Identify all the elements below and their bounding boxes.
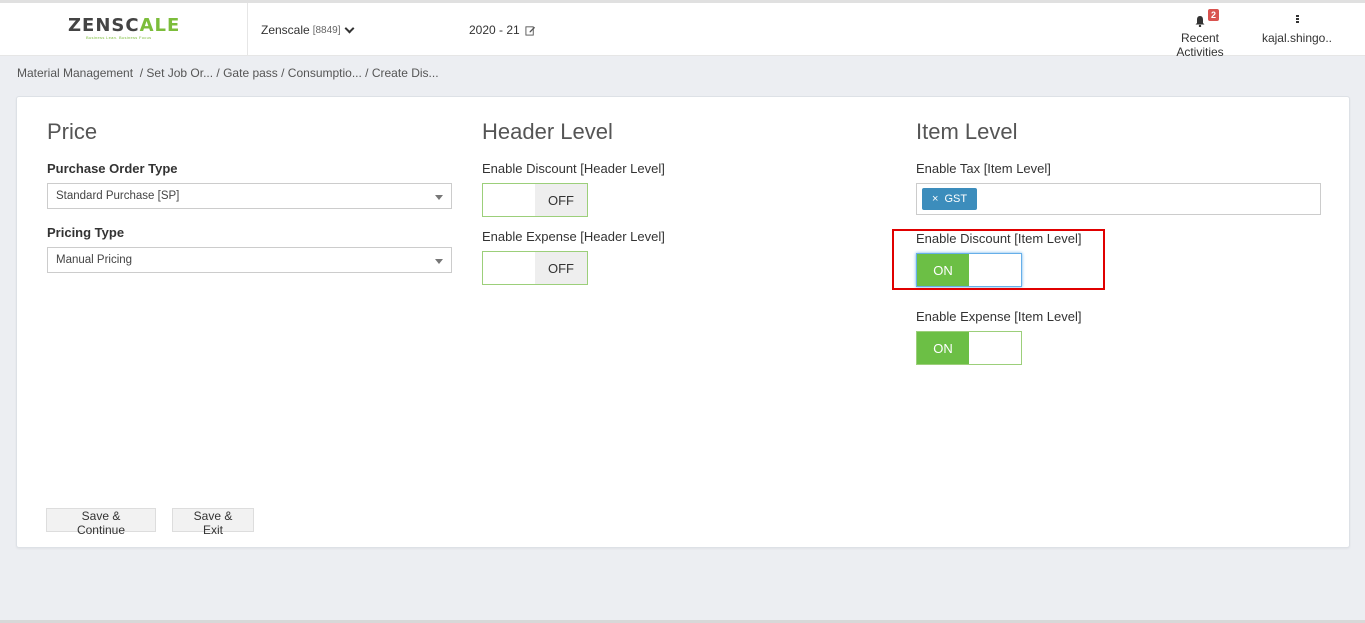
fiscal-year-selector[interactable]: 2020 - 21 <box>469 23 536 37</box>
tax-tag-gst[interactable]: × GST <box>922 188 978 210</box>
header-discount-toggle[interactable]: OFF <box>482 183 588 217</box>
item-tax-label: Enable Tax [Item Level] <box>916 161 1051 176</box>
fiscal-year-label: 2020 - 21 <box>469 23 520 37</box>
price-section: Price Purchase Order Type Standard Purch… <box>47 119 452 273</box>
breadcrumb-item-set-job-order[interactable]: / Set Job Or... <box>136 66 213 80</box>
notification-badge: 2 <box>1208 9 1220 21</box>
bell-icon <box>1195 16 1205 27</box>
header-discount-state: OFF <box>535 184 587 216</box>
pricing-type-value: Manual Pricing <box>56 254 133 266</box>
price-heading: Price <box>47 119 98 144</box>
edit-icon[interactable] <box>525 25 536 36</box>
save-continue-button[interactable]: Save & Continue <box>46 508 156 537</box>
purchase-order-type-select[interactable]: Standard Purchase [SP] <box>47 183 452 209</box>
item-discount-toggle[interactable]: ON <box>916 253 1022 287</box>
item-expense-state: ON <box>917 332 969 364</box>
settings-card: Price Purchase Order Type Standard Purch… <box>16 96 1350 548</box>
item-expense-toggle[interactable]: ON <box>916 331 1022 365</box>
caret-down-icon <box>435 195 443 200</box>
company-selector[interactable]: Zenscale [8849] <box>261 23 354 37</box>
recent-activities-label: Recent Activities <box>1176 31 1224 59</box>
header-level-section: Header Level Enable Discount [Header Lev… <box>482 119 665 285</box>
breadcrumb: Material Management / Set Job Or... / Ga… <box>17 66 439 80</box>
item-discount-label: Enable Discount [Item Level] <box>916 231 1082 246</box>
logo-text-mid: A <box>139 15 155 36</box>
header-discount-label: Enable Discount [Header Level] <box>482 161 665 176</box>
zenscale-logo[interactable]: ZENSCALE <box>68 15 180 36</box>
header-expense-label: Enable Expense [Header Level] <box>482 229 665 244</box>
header-expense-state: OFF <box>535 252 587 284</box>
user-menu[interactable]: kajal.shingo.. <box>1254 13 1340 45</box>
logo-text-right: LE <box>154 15 181 36</box>
purchase-order-type-label: Purchase Order Type <box>47 161 178 176</box>
chevron-down-icon <box>344 23 354 33</box>
item-discount-state: ON <box>917 254 969 286</box>
purchase-order-type-value: Standard Purchase [SP] <box>56 190 180 202</box>
recent-activities-button[interactable]: Recent Activities <box>1156 13 1244 59</box>
pricing-type-label: Pricing Type <box>47 225 125 240</box>
breadcrumb-item-create-dis: / Create Dis... <box>361 66 439 80</box>
item-level-section: Item Level Enable Tax [Item Level] × GST… <box>916 119 1321 365</box>
header-expense-toggle[interactable]: OFF <box>482 251 588 285</box>
breadcrumb-item-consumption[interactable]: / Consumptio... <box>278 66 362 80</box>
header-level-heading: Header Level <box>482 119 613 144</box>
logo-container: ZENSCALE Business Lean. Business Focus <box>0 3 248 56</box>
remove-tag-icon[interactable]: × <box>932 193 938 205</box>
item-tax-tags-input[interactable]: × GST <box>916 183 1321 215</box>
logo-text-left: ZENSC <box>68 15 140 36</box>
breadcrumb-item-gate-pass[interactable]: / Gate pass <box>213 66 277 80</box>
item-expense-label: Enable Expense [Item Level] <box>916 309 1082 324</box>
item-level-heading: Item Level <box>916 119 1018 144</box>
caret-down-icon <box>435 259 443 264</box>
tax-tag-label: GST <box>944 193 968 205</box>
top-navbar: ZENSCALE Business Lean. Business Focus Z… <box>0 0 1365 59</box>
pricing-type-select[interactable]: Manual Pricing <box>47 247 452 273</box>
logo-tagline: Business Lean. Business Focus <box>86 35 152 40</box>
company-name: Zenscale <box>261 23 310 37</box>
user-name: kajal.shingo.. <box>1261 31 1333 45</box>
breadcrumb-item-material-management[interactable]: Material Management <box>17 66 136 80</box>
save-exit-button[interactable]: Save & Exit <box>172 508 254 537</box>
more-vertical-icon <box>1295 15 1299 27</box>
company-code: [8849] <box>312 24 341 36</box>
